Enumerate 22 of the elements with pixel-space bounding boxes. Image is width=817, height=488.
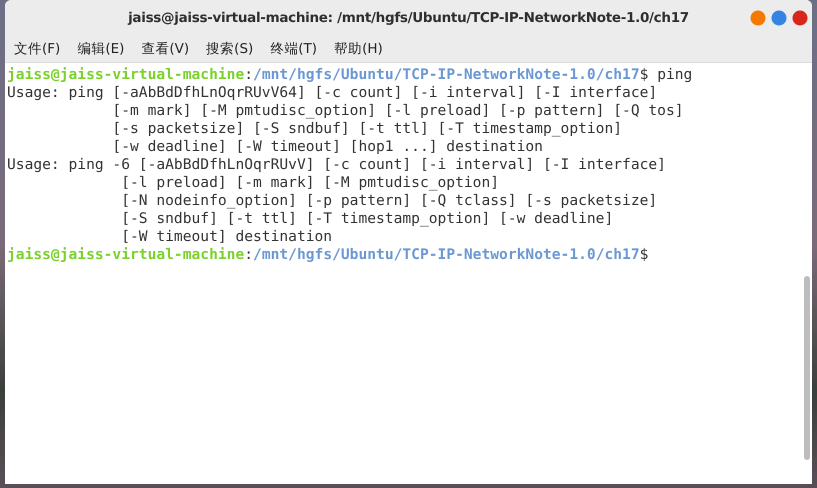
output-line: Usage: ping -6 [-aAbBdDfhLnOqrRUvV] [-c count] [-i interval] [-I interface] (7, 156, 666, 174)
prompt-line: jaiss@jaiss-virtual-machine:/mnt/hgfs/Ubuntu/TCP-IP-NetworkNote-1.0/ch17$ (7, 246, 648, 264)
scrollbar[interactable] (804, 276, 810, 460)
output-line: [-l preload] [-m mark] [-M pmtudisc_option] (120, 174, 500, 192)
close-button[interactable] (792, 10, 808, 26)
output-line: [-w deadline] [-W timeout] [hop1 ...] destination (111, 138, 543, 156)
output-line: [-m mark] [-M pmtudisc_option] [-l preload] [-p pattern] [-Q tos] (111, 102, 684, 120)
menu-item[interactable]: 查看(V) (141, 40, 190, 58)
maximize-button[interactable] (771, 10, 787, 26)
menu-item[interactable]: 搜索(S) (206, 40, 254, 58)
menu-item[interactable]: 帮助(H) (334, 40, 383, 58)
menu-item[interactable]: 文件(F) (14, 40, 60, 58)
menu-item[interactable]: 编辑(E) (77, 40, 124, 58)
menu-item[interactable]: 终端(T) (270, 40, 318, 58)
minimize-button[interactable] (750, 10, 766, 26)
prompt-line: jaiss@jaiss-virtual-machine:/mnt/hgfs/Ubuntu/TCP-IP-NetworkNote-1.0/ch17$ ping (7, 66, 692, 84)
output-line: [-s packetsize] [-S sndbuf] [-t ttl] [-T timestamp_option] (111, 120, 622, 138)
output-line: [-W timeout] destination (120, 228, 332, 246)
output-line: Usage: ping [-aAbBdDfhLnOqrRUvV64] [-c count] [-i interval] [-I interface] (7, 84, 658, 102)
window-title: jaiss@jaiss-virtual-machine: /mnt/hgfs/Ubuntu/TCP-IP-NetworkNote-1.0/ch17 (128, 10, 689, 26)
output-line: [-S sndbuf] [-t ttl] [-T timestamp_option] [-w deadline] (120, 210, 614, 228)
output-line: [-N nodeinfo_option] [-p pattern] [-Q tclass] [-s packetsize] (120, 192, 658, 210)
